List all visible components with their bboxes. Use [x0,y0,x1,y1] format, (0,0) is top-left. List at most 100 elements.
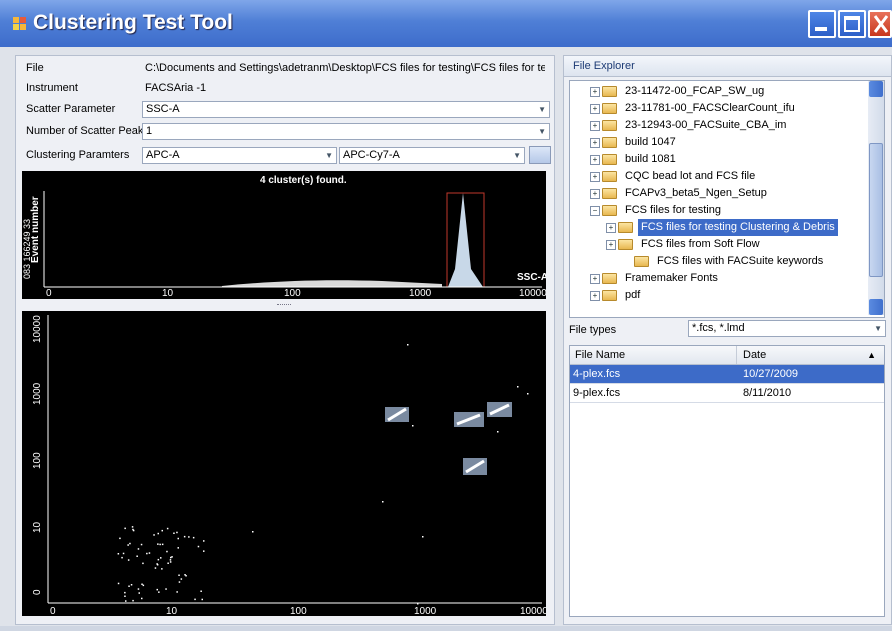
expand-toggle-icon[interactable]: + [606,240,616,250]
scroll-thumb[interactable] [869,143,883,277]
instrument-value: FACSAria -1 [145,82,207,94]
tree-node-label: FCS files from Soft Flow [641,238,760,250]
scroll-down-button[interactable] [869,299,883,315]
histogram-plot: 4 cluster(s) found. Event number 083 166… [22,171,548,299]
file-date-cell: 10/27/2009 [743,368,799,380]
minimize-button[interactable] [808,10,836,38]
x-tick-label: 10000 [520,606,546,616]
event-dot [125,600,127,602]
tree-node-label: CQC bead lot and FCS file [625,170,756,182]
run-clustering-button[interactable] [529,146,551,164]
chevron-down-icon: ▼ [325,151,333,160]
expand-toggle-icon[interactable]: + [590,291,600,301]
scatter-svg: 0 10 100 1000 10000 0 10 100 1000 10000 [32,315,548,617]
event-dot [156,563,158,565]
expand-toggle-icon[interactable]: + [590,155,600,165]
chevron-down-icon: ▼ [538,127,546,136]
event-dot [160,557,162,559]
expand-toggle-icon[interactable]: + [590,121,600,131]
chevron-down-icon: ▼ [513,151,521,160]
event-dot [154,567,157,569]
event-dot [173,532,175,534]
event-dot [166,550,168,553]
expand-toggle-icon[interactable]: + [590,104,600,114]
tree-node-label: FCS files with FACSuite keywords [657,255,824,267]
file-row[interactable]: 9-plex.fcs 8/11/2010 [570,384,884,403]
plot-splitter[interactable] [22,301,546,309]
num-peaks-select[interactable]: 1 ▼ [142,123,550,140]
file-explorer-title: File Explorer [573,60,635,72]
scatter-param-select[interactable]: SSC-A ▼ [142,101,550,118]
x-tick-label: 1000 [414,606,437,616]
expand-toggle-icon[interactable]: + [590,138,600,148]
tree-node-label: FCAPv3_beta5_Ngen_Setup [625,187,767,199]
event-dot [497,431,499,433]
expand-toggle-icon[interactable]: + [590,172,600,182]
x-tick-label: 100 [290,606,307,616]
x-tick-label: 100 [284,288,301,299]
event-dot [407,344,409,346]
tree-node-label: pdf [625,289,641,301]
event-dot [161,568,163,570]
event-dot [129,542,131,545]
close-icon [873,15,889,33]
column-header-date[interactable]: Date ▲ [740,346,884,364]
expand-toggle-icon[interactable]: + [590,274,600,284]
event-dot [194,598,196,601]
folder-icon [602,137,617,148]
folder-icon [602,290,617,301]
analysis-panel: File C:\Documents and Settings\adetranm\… [15,55,555,625]
expand-toggle-icon[interactable]: − [590,206,600,216]
histogram-svg: 4 cluster(s) found. Event number 083 166… [22,175,548,299]
x-tick-label: 0 [46,288,52,299]
y-tick-label: 10 [32,521,43,533]
event-dot [153,534,155,536]
expand-toggle-icon[interactable]: + [590,189,600,199]
event-dot [417,603,419,605]
histogram-title: 4 cluster(s) found. [260,175,347,186]
clustering-param2-select[interactable]: APC-Cy7-A ▼ [339,147,525,164]
tree-node-label: Framemaker Fonts [625,272,718,284]
event-dot [188,536,190,538]
folder-icon [618,239,633,250]
event-dot [183,535,186,538]
maximize-button[interactable] [838,10,866,38]
column-header-date-label: Date [743,349,767,361]
tree-node-label: 23-11781-00_FACSClearCount_ifu [625,102,795,114]
tree-scrollbar[interactable] [868,81,884,315]
x-tick-label: 10000 [519,288,546,299]
instrument-row: Instrument FACSAria -1 [21,79,549,97]
histogram-peak [448,193,483,287]
folder-icon [602,120,617,131]
clustering-param1-select[interactable]: APC-A ▼ [142,147,337,164]
folder-icon [602,154,617,165]
scroll-up-button[interactable] [869,81,883,97]
event-dot [166,527,169,530]
event-dot [161,543,164,546]
close-button[interactable] [868,10,892,38]
expand-toggle-icon[interactable]: + [606,223,616,233]
event-dot [171,556,173,558]
cluster-1 [385,407,409,422]
event-dot [184,574,186,576]
event-dot [177,547,179,549]
y-tick-label: 10000 [32,315,43,343]
histogram-x-param: SSC-A [517,272,546,283]
event-dot [117,553,120,555]
file-explorer-panel: File Explorer +23-11472-00_FCAP_SW_ug +23… [563,55,892,625]
expand-toggle-icon[interactable]: + [590,87,600,97]
file-label: File [26,62,44,74]
scatter-plot: 0 10 100 1000 10000 0 10 100 1000 10000 [22,311,548,617]
event-dot [140,543,143,546]
column-header-file-name[interactable]: File Name [572,346,737,364]
folder-tree[interactable]: +23-11472-00_FCAP_SW_ug +23-11781-00_FACS… [569,80,885,318]
file-types-select[interactable]: *.fcs, *.lmd ▼ [688,320,886,337]
minimize-icon [815,27,827,31]
file-row[interactable]: 4-plex.fcs 10/27/2009 [570,365,884,384]
event-dot [203,550,205,552]
event-dot [180,578,183,580]
folder-icon [602,171,617,182]
event-dot [136,555,138,557]
event-dot [128,585,130,587]
maximize-icon [844,16,860,32]
